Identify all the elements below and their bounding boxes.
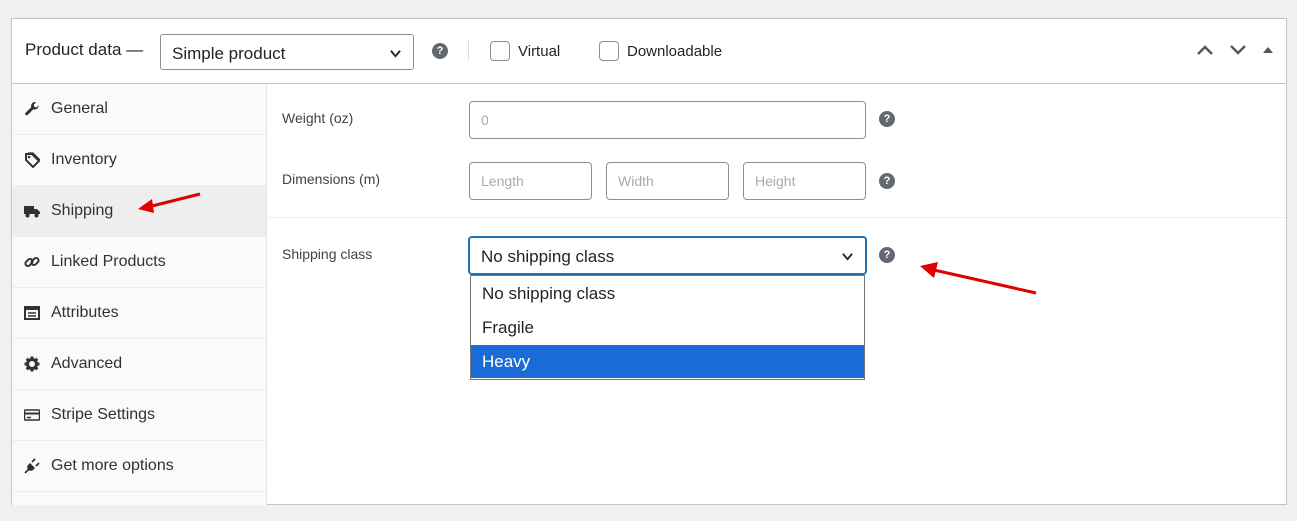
dimensions-label: Dimensions (m) (282, 171, 381, 187)
tab-label: Inventory (51, 151, 117, 168)
shipping-class-dropdown: No shipping class Fragile Heavy (470, 275, 865, 380)
tab-label: General (51, 100, 108, 117)
table-icon (24, 306, 40, 320)
section-divider (268, 217, 1286, 218)
move-up-icon[interactable] (1196, 43, 1214, 57)
tab-stripe-settings[interactable]: Stripe Settings (12, 390, 266, 441)
plug-icon (24, 458, 40, 474)
help-icon[interactable]: ? (879, 173, 895, 189)
chevron-down-icon (842, 253, 853, 261)
shipping-class-value: No shipping class (481, 247, 615, 266)
collapse-toggle-icon[interactable] (1262, 43, 1274, 57)
tab-label: Advanced (51, 355, 123, 372)
help-icon[interactable]: ? (432, 43, 448, 59)
chevron-down-icon (390, 50, 401, 58)
tab-advanced[interactable]: Advanced (12, 339, 266, 390)
virtual-checkbox[interactable] (490, 41, 510, 61)
annotation-arrow (920, 262, 1037, 295)
wrench-icon (25, 102, 39, 116)
tab-general[interactable]: General (12, 84, 266, 135)
help-icon[interactable]: ? (879, 247, 895, 263)
help-icon[interactable]: ? (879, 111, 895, 127)
gear-icon (24, 356, 40, 372)
product-data-tabs: General Inventory Shipping Linked Produc… (12, 84, 267, 505)
weight-input[interactable]: 0 (469, 101, 866, 139)
downloadable-label[interactable]: Downloadable (627, 43, 722, 60)
product-type-select[interactable]: Simple product (160, 34, 414, 70)
tab-label: Attributes (51, 304, 119, 321)
height-input[interactable]: Height (743, 162, 866, 200)
option-fragile[interactable]: Fragile (471, 311, 864, 344)
shipping-panel: Weight (oz) 0 ? Dimensions (m) Length Wi… (268, 84, 1286, 504)
tab-label: Stripe Settings (51, 406, 156, 423)
product-type-value: Simple product (172, 44, 286, 63)
option-no-shipping-class[interactable]: No shipping class (471, 277, 864, 310)
tab-linked-products[interactable]: Linked Products (12, 237, 266, 288)
weight-label: Weight (oz) (282, 110, 354, 126)
tab-get-more-options[interactable]: Get more options (12, 441, 266, 492)
panel-title: Product data — (25, 40, 144, 59)
link-icon (24, 256, 40, 268)
tab-label: Linked Products (51, 253, 166, 270)
tab-label: Get more options (51, 457, 174, 474)
card-icon (24, 409, 40, 421)
tab-inventory[interactable]: Inventory (12, 135, 266, 186)
tab-label: Shipping (51, 202, 114, 219)
option-heavy[interactable]: Heavy (471, 345, 864, 378)
product-data-panel: Product data — Simple product ? Virtual … (11, 18, 1287, 505)
move-down-icon[interactable] (1229, 43, 1247, 57)
width-input[interactable]: Width (606, 162, 729, 200)
tab-attributes[interactable]: Attributes (12, 288, 266, 339)
panel-header: Product data — Simple product ? Virtual … (12, 19, 1286, 84)
shipping-class-select[interactable]: No shipping class (469, 237, 866, 274)
truck-icon (24, 206, 40, 218)
length-input[interactable]: Length (469, 162, 592, 200)
annotation-arrow (138, 192, 201, 213)
shipping-class-label: Shipping class (282, 246, 373, 262)
header-divider (468, 41, 469, 60)
tag-icon (25, 152, 40, 168)
downloadable-checkbox[interactable] (599, 41, 619, 61)
virtual-label[interactable]: Virtual (518, 43, 560, 60)
